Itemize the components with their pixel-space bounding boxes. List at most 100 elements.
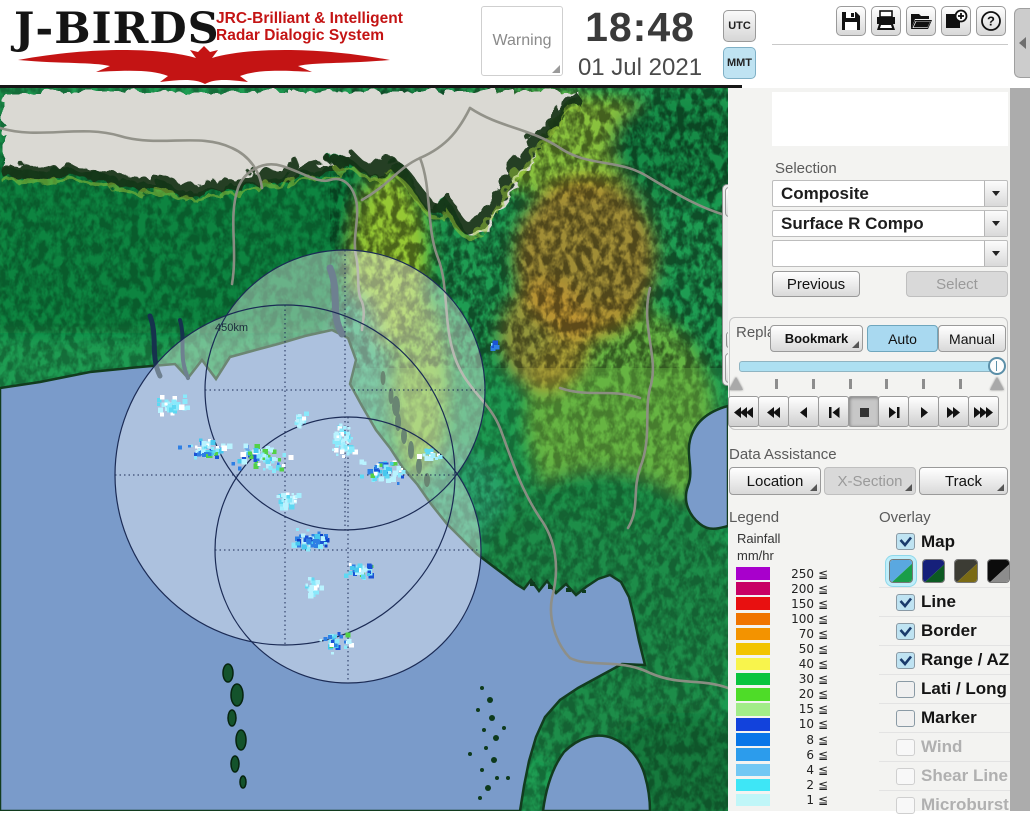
step-first-button[interactable] xyxy=(818,396,849,427)
overlay-item-label: Wind xyxy=(915,737,962,757)
overlay-item-marker[interactable]: Marker xyxy=(879,703,1010,732)
map-style-swatch-1[interactable] xyxy=(922,559,946,583)
legend-lte-symbol: ≦ xyxy=(814,748,828,762)
legend-row: 40≦ xyxy=(736,657,836,672)
map-style-swatch-3[interactable] xyxy=(987,559,1011,583)
checkbox-shear-line[interactable] xyxy=(896,768,915,785)
legend-lte-symbol: ≦ xyxy=(814,627,828,641)
slider-tick xyxy=(885,379,888,389)
legend-color-swatch xyxy=(736,567,770,580)
checkbox-range-az[interactable] xyxy=(896,652,915,669)
slider-tick xyxy=(959,379,962,389)
radar-map-viewport[interactable]: 450km xyxy=(0,88,728,811)
x-section-button[interactable]: X-Section xyxy=(824,467,916,495)
overlay-item-map[interactable]: Map xyxy=(879,528,1010,555)
legend-unit-line1: Rainfall xyxy=(737,531,780,546)
slider-start-marker[interactable] xyxy=(729,377,743,390)
map-style-icon xyxy=(923,560,946,583)
legend-value: 8 xyxy=(770,733,814,747)
help-icon: ? xyxy=(979,9,1003,33)
slider-end-marker[interactable] xyxy=(990,377,1004,390)
overlay-item-range-az[interactable]: Range / AZ xyxy=(879,645,1010,674)
overlay-item-wind[interactable]: Wind xyxy=(879,732,1010,761)
legend-color-swatch xyxy=(736,688,770,701)
select-button[interactable]: Select xyxy=(906,271,1008,297)
auto-replay-button[interactable]: Auto xyxy=(867,325,938,352)
replay-slider-handle[interactable] xyxy=(988,357,1006,375)
overlay-item-label: Range / AZ xyxy=(915,650,1009,670)
legend-lte-symbol: ≦ xyxy=(814,733,828,747)
overlay-item-border[interactable]: Border xyxy=(879,616,1010,645)
selection-dropdown-0[interactable]: Composite xyxy=(772,180,1008,207)
forward-3-button[interactable] xyxy=(968,396,999,427)
forward-2-button[interactable] xyxy=(938,396,969,427)
warning-button[interactable]: Warning xyxy=(481,6,563,76)
location-button[interactable]: Location xyxy=(729,467,821,495)
track-button[interactable]: Track xyxy=(919,467,1008,495)
overlay-item-label: Map xyxy=(915,532,955,552)
print-button[interactable] xyxy=(871,6,901,36)
overlay-item-line[interactable]: Line xyxy=(879,587,1010,616)
rewind-2-button[interactable] xyxy=(758,396,789,427)
rewind-3-button[interactable] xyxy=(728,396,759,427)
chevron-down-icon[interactable] xyxy=(984,181,1007,206)
map-style-swatch-2[interactable] xyxy=(954,559,978,583)
legend-row: 200≦ xyxy=(736,581,836,596)
play-icon xyxy=(911,397,937,427)
help-button[interactable]: ? xyxy=(976,6,1006,36)
app-logo: J-BIRDS JRC-Brilliant & Intelligent Rada… xyxy=(8,2,408,84)
add-image-button[interactable] xyxy=(941,6,971,36)
data-assistance-label: Data Assistance xyxy=(729,446,837,463)
timezone-mmt-button[interactable]: MMT xyxy=(723,47,756,79)
step-last-button[interactable] xyxy=(878,396,909,427)
legend-row: 2≦ xyxy=(736,777,836,792)
slider-tick xyxy=(812,379,815,389)
previous-button[interactable]: Previous xyxy=(772,271,860,297)
checkbox-marker[interactable] xyxy=(896,710,915,727)
map-style-swatch-0[interactable] xyxy=(889,559,913,583)
jbirds-window: 450km My xyxy=(0,0,1030,811)
legend-row: 4≦ xyxy=(736,762,836,777)
rainfall-legend: 250≦200≦150≦100≦70≦50≦40≦30≦20≦15≦10≦8≦6… xyxy=(736,566,836,808)
play-reverse-button[interactable] xyxy=(788,396,819,427)
timezone-utc-button[interactable]: UTC xyxy=(723,10,756,42)
checkbox-line[interactable] xyxy=(896,594,915,611)
toolbar-divider xyxy=(772,44,1008,45)
chevron-down-icon[interactable] xyxy=(984,211,1007,236)
checkbox-wind[interactable] xyxy=(896,739,915,756)
panel-collapse-tab[interactable] xyxy=(1014,8,1030,78)
legend-value: 50 xyxy=(770,642,814,656)
overlay-item-shear-line[interactable]: Shear Line xyxy=(879,761,1010,790)
legend-lte-symbol: ≦ xyxy=(814,763,828,777)
overlay-item-microburst[interactable]: Microburst xyxy=(879,790,1010,819)
legend-row: 1≦ xyxy=(736,792,836,807)
logo-subtitle: JRC-Brilliant & Intelligent Radar Dialog… xyxy=(216,10,403,44)
check-icon xyxy=(898,625,913,638)
play-button[interactable] xyxy=(908,396,939,427)
open-folder-button[interactable] xyxy=(906,6,936,36)
legend-row: 50≦ xyxy=(736,641,836,656)
overlay-item-label: Lati / Long xyxy=(915,679,1007,699)
checkbox-border[interactable] xyxy=(896,623,915,640)
site-name-field[interactable] xyxy=(772,92,1008,146)
forward-3-icon xyxy=(971,397,997,427)
save-button[interactable] xyxy=(836,6,866,36)
svg-text:?: ? xyxy=(987,14,995,29)
selection-dropdown-1[interactable]: Surface R Compo xyxy=(772,210,1008,237)
chevron-down-icon[interactable] xyxy=(984,241,1007,266)
selection-label: Selection xyxy=(775,160,837,177)
clock-date: 01 Jul 2021 xyxy=(562,54,718,82)
replay-slider-track[interactable] xyxy=(739,361,999,372)
manual-replay-button[interactable]: Manual xyxy=(938,325,1006,352)
stop-button[interactable] xyxy=(848,396,879,427)
bookmark-button[interactable]: Bookmark xyxy=(770,325,863,352)
legend-lte-symbol: ≦ xyxy=(814,612,828,626)
selection-dropdown-2[interactable] xyxy=(772,240,1008,267)
checkbox-map[interactable] xyxy=(896,533,915,550)
overlay-item-label: Border xyxy=(915,621,977,641)
overlay-item-lati-long[interactable]: Lati / Long xyxy=(879,674,1010,703)
check-icon xyxy=(898,535,913,548)
legend-color-swatch xyxy=(736,794,770,807)
checkbox-lati-long[interactable] xyxy=(896,681,915,698)
radar-map[interactable]: 450km xyxy=(0,88,728,811)
